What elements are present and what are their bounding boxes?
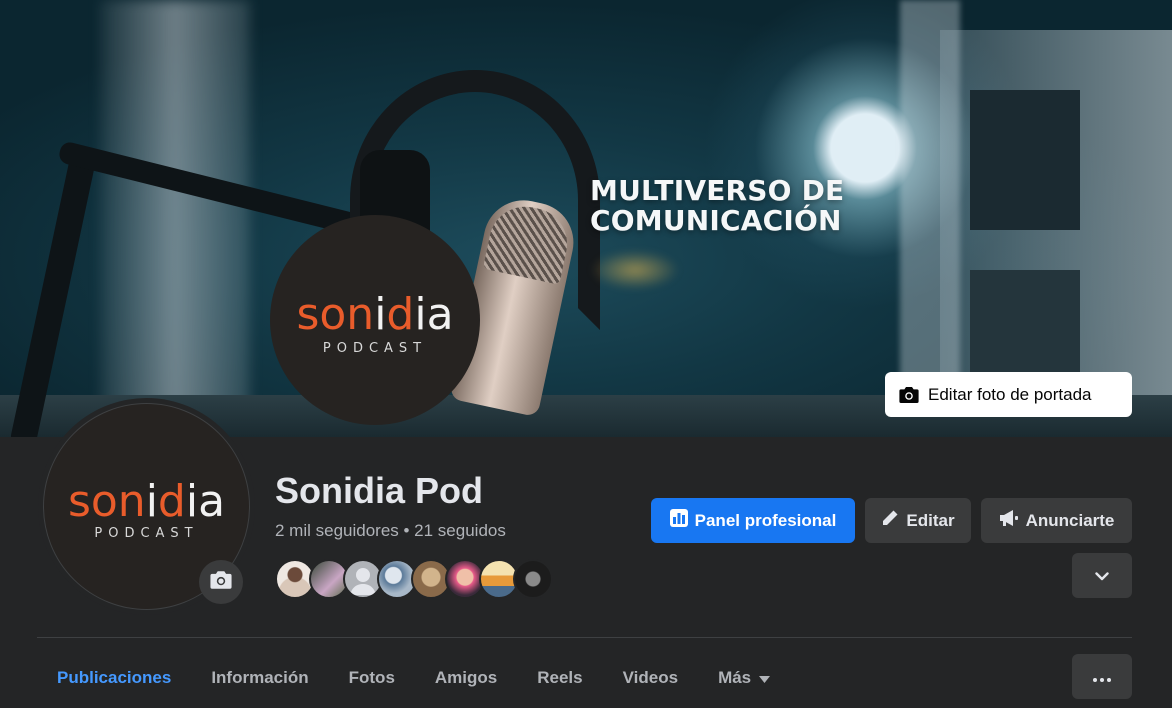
tab-publicaciones[interactable]: Publicaciones (37, 655, 191, 701)
edit-page-button[interactable]: Editar (865, 498, 971, 543)
expand-profile-button[interactable] (1072, 553, 1132, 598)
more-options-button[interactable] (1072, 654, 1132, 699)
follower-avatars (275, 559, 553, 599)
professional-panel-button[interactable]: Panel profesional (651, 498, 855, 543)
update-profile-picture-button[interactable] (199, 560, 243, 604)
edit-cover-photo-label: Editar foto de portada (928, 384, 1092, 404)
tab-informacion[interactable]: Información (191, 655, 328, 701)
follower-avatar[interactable] (513, 559, 553, 599)
camera-icon (899, 386, 919, 404)
cover-podcast-logo: sonidia PODCAST (270, 215, 480, 425)
chevron-down-icon (1095, 566, 1109, 586)
cover-warm-light (590, 250, 680, 290)
profile-tabs: Publicaciones Información Fotos Amigos R… (37, 655, 790, 701)
logo-subtitle: PODCAST (94, 526, 199, 541)
tab-videos[interactable]: Videos (603, 655, 698, 701)
cover-headline-line2: COMUNICACIÓN (590, 204, 842, 238)
dashboard-icon (669, 509, 688, 532)
tab-reels[interactable]: Reels (517, 655, 602, 701)
cover-headline: MULTIVERSO DE COMUNICACIÓN (590, 174, 890, 238)
advertise-label: Anunciarte (1025, 510, 1115, 530)
pencil-icon (881, 509, 899, 532)
logo-wordmark: sonidia (296, 289, 454, 340)
megaphone-icon (999, 509, 1019, 532)
caret-down-icon (759, 668, 771, 688)
cover-photo[interactable]: MULTIVERSO DE COMUNICACIÓN sonidia PODCA… (0, 0, 1172, 437)
logo-wordmark: sonidia (67, 476, 226, 527)
section-divider (37, 637, 1132, 638)
edit-page-label: Editar (906, 510, 955, 530)
cover-background-wall (100, 0, 250, 437)
edit-cover-photo-button[interactable]: Editar foto de portada (885, 372, 1132, 417)
tab-amigos[interactable]: Amigos (415, 655, 517, 701)
more-dots-icon (1093, 667, 1111, 687)
logo-subtitle: PODCAST (322, 341, 428, 356)
follower-stats[interactable]: 2 mil seguidores • 21 seguidos (275, 521, 506, 541)
advertise-button[interactable]: Anunciarte (981, 498, 1132, 543)
professional-panel-label: Panel profesional (694, 510, 837, 530)
tab-mas[interactable]: Más (698, 655, 790, 701)
page-title: Sonidia Pod (275, 470, 484, 511)
tab-fotos[interactable]: Fotos (329, 655, 415, 701)
camera-icon (210, 570, 232, 595)
cover-headline-line1: MULTIVERSO DE (590, 174, 845, 207)
